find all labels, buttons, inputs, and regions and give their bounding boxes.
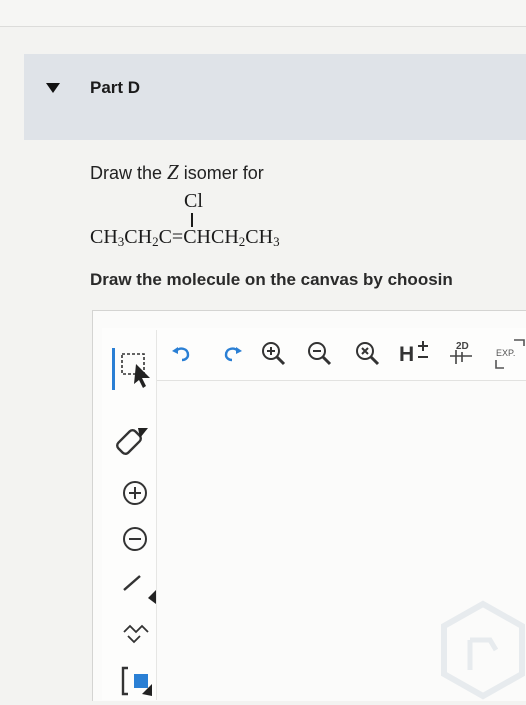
top-rule: [0, 0, 526, 27]
canvas-instruction: Draw the molecule on the canvas by choos…: [90, 270, 453, 289]
expand-label: EXP.: [496, 348, 515, 358]
hydrogen-label: H: [399, 343, 414, 366]
clean-2d-label: 2D: [456, 341, 469, 352]
part-title: Part D: [90, 78, 141, 97]
undo-icon[interactable]: [170, 344, 192, 362]
zoom-out-icon[interactable]: [306, 340, 332, 366]
isomer-letter: Z: [167, 160, 179, 184]
positive-charge-icon[interactable]: [122, 480, 150, 508]
editor-sidebar: [102, 330, 157, 700]
editor-toolbar: H 2D EXP.: [102, 328, 526, 381]
clean-2d-icon[interactable]: 2D: [448, 338, 478, 368]
question-prompt: Draw the Z isomer for: [90, 160, 264, 185]
chain-tool-icon[interactable]: [122, 622, 152, 648]
prompt-suffix: isomer for: [178, 163, 264, 183]
caret-down-icon[interactable]: [46, 83, 60, 93]
expand-icon[interactable]: EXP.: [494, 338, 526, 370]
redo-icon[interactable]: [222, 344, 244, 362]
prompt-prefix: Draw the: [90, 163, 168, 183]
chlorine-substituent: Cl: [184, 190, 203, 212]
zoom-in-icon[interactable]: [260, 340, 286, 366]
formula-main-chain: CH3CH2C=CHCH2CH3: [90, 226, 280, 249]
eraser-icon[interactable]: [116, 426, 150, 456]
hydrogen-toggle-icon[interactable]: H: [398, 340, 434, 366]
bracket-tool-icon[interactable]: [120, 664, 154, 696]
negative-charge-icon[interactable]: [122, 526, 150, 554]
part-header[interactable]: Part D: [24, 54, 526, 140]
selection-tool-icon[interactable]: [112, 348, 152, 390]
single-bond-icon[interactable]: [122, 572, 158, 606]
chemical-formula: Cl CH3CH2C=CHCH2CH3: [90, 190, 390, 260]
substituent-bond: [191, 213, 193, 227]
watermark-hexagon-icon: [440, 600, 526, 705]
zoom-reset-icon[interactable]: [354, 340, 380, 366]
